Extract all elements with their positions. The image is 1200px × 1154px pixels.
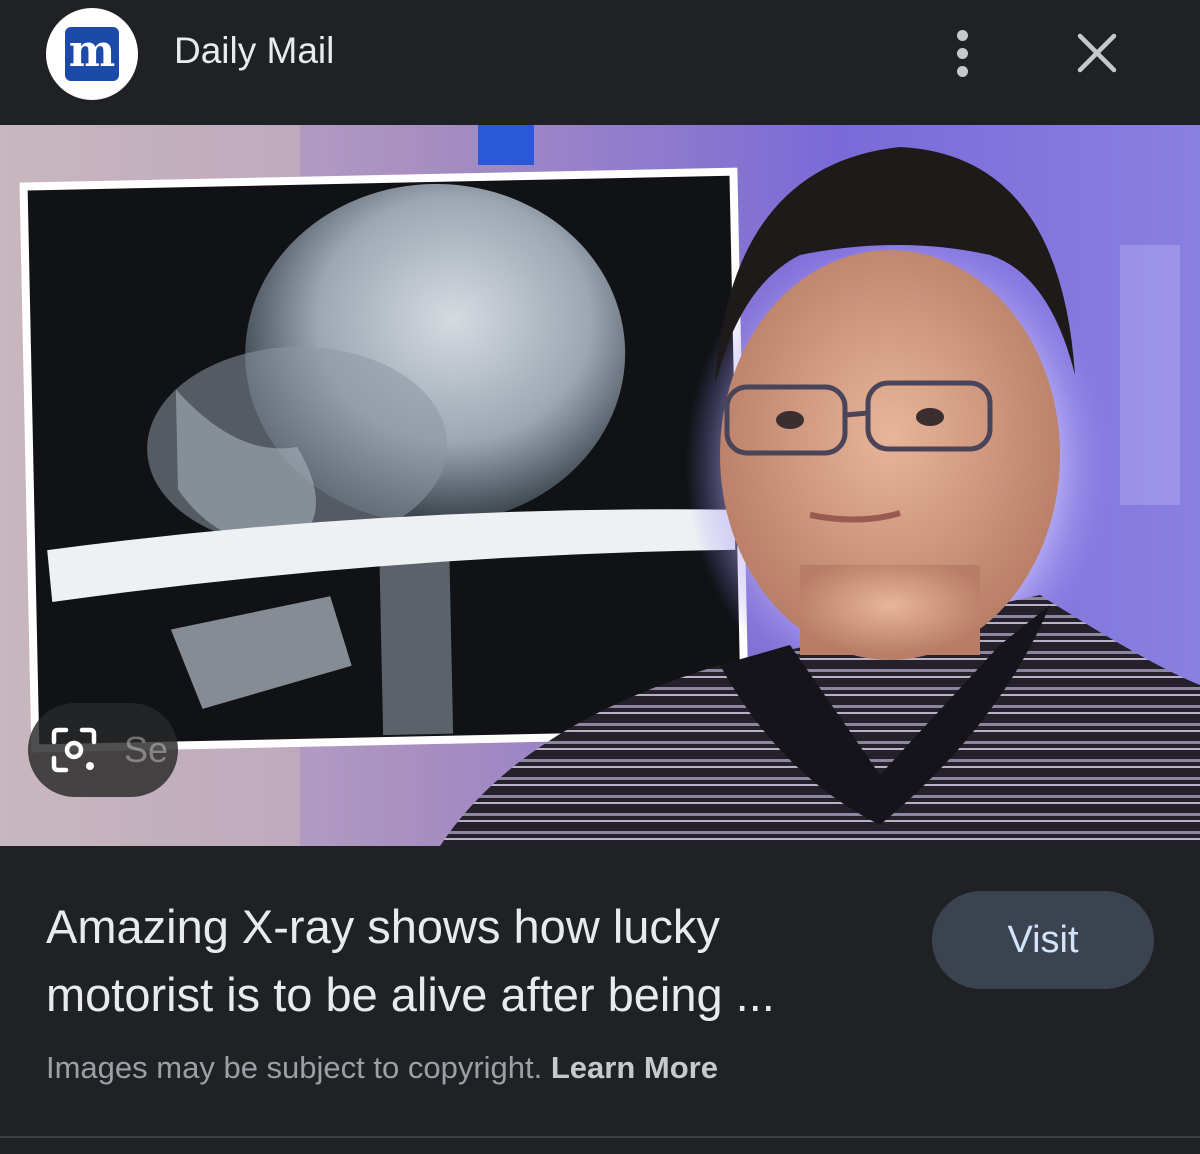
more-vert-icon (957, 30, 968, 41)
copyright-notice: Images may be subject to copyright. Lear… (46, 1050, 718, 1086)
close-icon (1077, 33, 1117, 73)
learn-more-link[interactable]: Learn More (551, 1050, 718, 1085)
visit-button[interactable]: Visit (932, 891, 1154, 989)
result-title[interactable]: Amazing X-ray shows how lucky motorist i… (46, 893, 886, 1029)
lens-label: Se (124, 729, 169, 770)
daily-mail-logo-icon: m (65, 27, 119, 81)
lens-search-button[interactable]: Se (28, 703, 178, 797)
divider (0, 1136, 1200, 1138)
more-options-button[interactable] (940, 26, 986, 82)
preview-image[interactable]: Se (0, 125, 1200, 846)
close-button[interactable] (1068, 24, 1124, 80)
source-name[interactable]: Daily Mail (174, 30, 334, 72)
source-logo[interactable]: m (46, 8, 138, 100)
google-lens-icon (51, 727, 97, 773)
xray-and-man-photo (0, 125, 1200, 846)
copyright-text: Images may be subject to copyright. (46, 1050, 543, 1085)
header-bar: m Daily Mail (0, 0, 1200, 125)
